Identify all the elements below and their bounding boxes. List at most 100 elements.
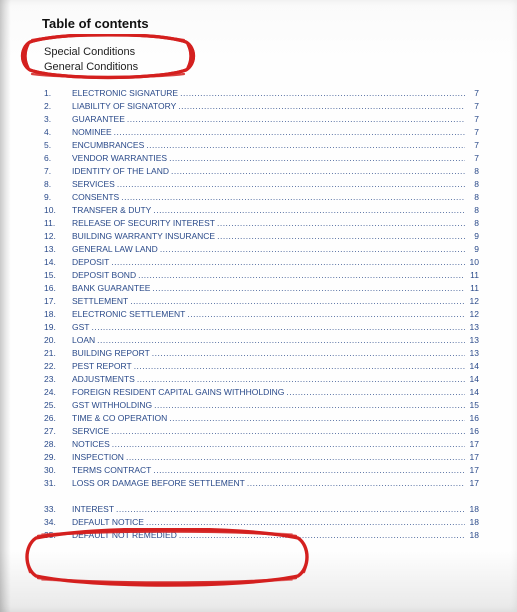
- toc-number: 33.: [42, 505, 72, 514]
- toc-leader: [126, 453, 465, 462]
- toc-row: 28.NOTICES 17: [42, 440, 479, 453]
- toc-row: 3.GUARANTEE7: [42, 115, 479, 128]
- toc-row: 17.SETTLEMENT12: [42, 297, 479, 310]
- toc-label: LOAN: [72, 336, 95, 345]
- toc-row: 21.BUILDING REPORT13: [42, 349, 479, 362]
- toc-label: ELECTRONIC SETTLEMENT: [72, 310, 185, 319]
- toc-page: 8: [467, 206, 479, 215]
- toc-page: 7: [467, 141, 479, 150]
- toc-row: 9.CONSENTS8: [42, 193, 479, 206]
- toc-row: 2.LIABILITY OF SIGNATORY7: [42, 102, 479, 115]
- toc-leader: [121, 193, 465, 202]
- toc-number: 21.: [42, 349, 72, 358]
- toc-number: 4.: [42, 128, 72, 137]
- toc-leader: [286, 388, 465, 397]
- toc-page: 13: [467, 336, 479, 345]
- toc-row: 15.DEPOSIT BOND11: [42, 271, 479, 284]
- toc-page: 14: [467, 388, 479, 397]
- toc-row: 27.SERVICE16: [42, 427, 479, 440]
- toc-number: 28.: [42, 440, 72, 449]
- toc-label: ADJUSTMENTS: [72, 375, 135, 384]
- toc-label: SETTLEMENT: [72, 297, 128, 306]
- toc-leader: [179, 531, 465, 540]
- toc-page: 12: [467, 297, 479, 306]
- toc-page: 17: [467, 466, 479, 475]
- toc-label: DEPOSIT BOND: [72, 271, 136, 280]
- toc-label: GST: [72, 323, 89, 332]
- toc-page: 18: [467, 518, 479, 527]
- toc-page: 16: [467, 414, 479, 423]
- toc-leader: [152, 349, 465, 358]
- toc-leader: [187, 310, 465, 319]
- toc-label: GST WITHHOLDING: [72, 401, 152, 410]
- toc-label: SERVICES: [72, 180, 115, 189]
- toc-page: 14: [467, 375, 479, 384]
- toc-number: 30.: [42, 466, 72, 475]
- toc-page: 16: [467, 427, 479, 436]
- toc-page: 12: [467, 310, 479, 319]
- toc-leader: [116, 505, 465, 514]
- toc-number: 31.: [42, 479, 72, 488]
- toc-row: 26.TIME & CO OPERATION16: [42, 414, 479, 427]
- toc-number: 20.: [42, 336, 72, 345]
- toc-row: 11.RELEASE OF SECURITY INTEREST8: [42, 219, 479, 232]
- toc-row: 25.GST WITHHOLDING15: [42, 401, 479, 414]
- toc-page: 8: [467, 180, 479, 189]
- toc-page: 18: [467, 505, 479, 514]
- toc-page: 9: [467, 232, 479, 241]
- toc-number: 6.: [42, 154, 72, 163]
- toc-page: 18: [467, 531, 479, 540]
- toc-row: 6.VENDOR WARRANTIES7: [42, 154, 479, 167]
- toc-number: 35.: [42, 531, 72, 540]
- toc-row: 18.ELECTRONIC SETTLEMENT12: [42, 310, 479, 323]
- toc-label: INTEREST: [72, 505, 114, 514]
- toc-page: 11: [467, 284, 479, 293]
- toc-label: NOTICES: [72, 440, 110, 449]
- toc-title: Table of contents: [42, 16, 479, 31]
- toc-row: 29.INSPECTION17: [42, 453, 479, 466]
- toc-page: 17: [467, 479, 479, 488]
- toc-number: 13.: [42, 245, 72, 254]
- toc-label: VENDOR WARRANTIES: [72, 154, 167, 163]
- toc-page: 7: [467, 115, 479, 124]
- toc-leader: [91, 323, 465, 332]
- toc-label: BUILDING WARRANTY INSURANCE: [72, 232, 215, 241]
- toc-label: SERVICE: [72, 427, 109, 436]
- toc-number: 3.: [42, 115, 72, 124]
- toc-number: 2.: [42, 102, 72, 111]
- toc-leader: [127, 115, 465, 124]
- toc-row: 24.FOREIGN RESIDENT CAPITAL GAINS WITHHO…: [42, 388, 479, 401]
- toc-leader: [97, 336, 465, 345]
- toc-number: 10.: [42, 206, 72, 215]
- toc-page: 8: [467, 219, 479, 228]
- toc-leader: [154, 401, 465, 410]
- toc-page: 17: [467, 440, 479, 449]
- toc-number: 23.: [42, 375, 72, 384]
- toc-label: DEFAULT NOT REMEDIED: [72, 531, 177, 540]
- document-page: Table of contents Special Conditions Gen…: [0, 0, 517, 612]
- toc-leader: [111, 258, 465, 267]
- toc-number: 9.: [42, 193, 72, 202]
- heading-special: Special Conditions: [44, 45, 182, 60]
- toc-page: 8: [467, 193, 479, 202]
- toc-row: 5.ENCUMBRANCES7: [42, 141, 479, 154]
- toc-label: IDENTITY OF THE LAND: [72, 167, 169, 176]
- toc-number: 7.: [42, 167, 72, 176]
- toc-number: 1.: [42, 89, 72, 98]
- toc-row: 4.NOMINEE7: [42, 128, 479, 141]
- toc-number: 26.: [42, 414, 72, 423]
- toc-leader: [160, 245, 465, 254]
- toc-leader: [169, 154, 465, 163]
- toc-row: 13.GENERAL LAW LAND9: [42, 245, 479, 258]
- toc-leader: [111, 427, 465, 436]
- toc-leader: [171, 167, 465, 176]
- toc-label: DEPOSIT: [72, 258, 109, 267]
- toc-label: BUILDING REPORT: [72, 349, 150, 358]
- toc-label: ENCUMBRANCES: [72, 141, 144, 150]
- toc-row: 35.DEFAULT NOT REMEDIED 18: [42, 531, 479, 544]
- toc-number: 34.: [42, 518, 72, 527]
- toc-leader: [153, 466, 465, 475]
- toc-row: 12.BUILDING WARRANTY INSURANCE9: [42, 232, 479, 245]
- toc-row: 8.SERVICES8: [42, 180, 479, 193]
- toc-number: 25.: [42, 401, 72, 410]
